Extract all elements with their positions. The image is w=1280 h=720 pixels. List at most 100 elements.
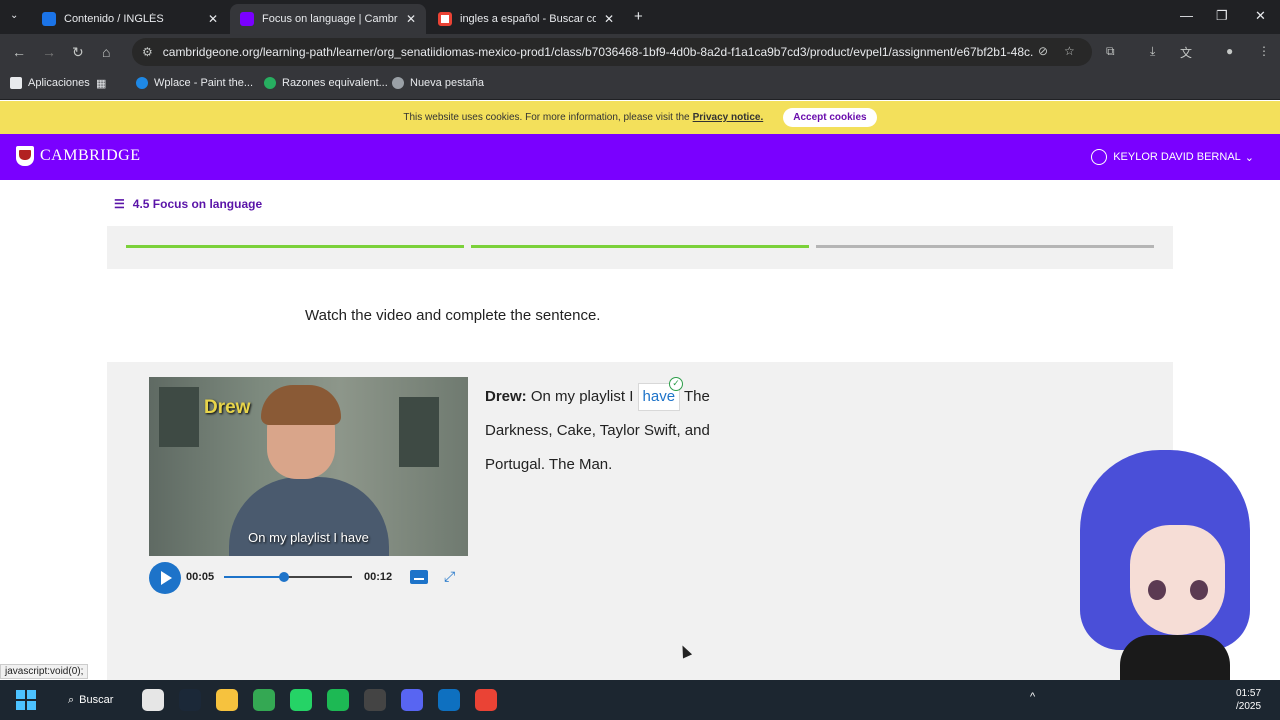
translate-icon[interactable]: 文 xyxy=(1180,44,1192,61)
instruction: Watch the video and complete the sentenc… xyxy=(305,307,601,324)
spotify-icon[interactable] xyxy=(327,689,349,711)
menu-dots-icon[interactable]: ⋮ xyxy=(1258,44,1270,58)
extensions-icon[interactable]: ⧉ xyxy=(1106,44,1115,59)
cookie-banner: This website uses cookies. For more info… xyxy=(0,101,1280,134)
progress-segment[interactable] xyxy=(471,245,809,248)
tray-chevron-icon[interactable]: ^ xyxy=(1030,691,1035,703)
logo-text: CAMBRIDGE xyxy=(40,147,141,164)
cookie-text: This website uses cookies. For more info… xyxy=(403,112,690,123)
app-icon[interactable] xyxy=(364,689,386,711)
window-close-icon[interactable]: ✕ xyxy=(1255,8,1266,24)
bookmark-label: Wplace - Paint the... xyxy=(154,77,254,89)
lesson-title: 4.5 Focus on language xyxy=(132,197,263,211)
tab-favicon-icon xyxy=(42,12,56,26)
forward-icon[interactable]: → xyxy=(42,44,56,60)
clock[interactable]: 01:57 /2025 xyxy=(1236,687,1261,713)
seek-bar[interactable] xyxy=(224,572,352,582)
reload-icon[interactable]: ↻ xyxy=(72,44,84,61)
status-bar-url: javascript:void(0); xyxy=(0,664,89,679)
address-bar[interactable]: ⚙ cambridgeone.org/learning-path/learner… xyxy=(132,38,1092,66)
restore-icon[interactable]: ❐ xyxy=(1216,8,1228,24)
fullscreen-icon[interactable]: ⤢ xyxy=(444,568,455,585)
chrome-alt-icon[interactable] xyxy=(475,689,497,711)
back-icon[interactable]: ← xyxy=(12,44,26,60)
url-text[interactable]: cambridgeone.org/learning-path/learner/o… xyxy=(163,45,1033,59)
home-icon[interactable]: ⌂ xyxy=(102,44,110,60)
tab-title: ingles a español - Buscar con Google xyxy=(460,13,596,25)
close-icon[interactable]: ✕ xyxy=(208,12,218,26)
profile-icon[interactable]: ● xyxy=(1226,44,1233,58)
tab-title: Contenido / INGLÉS xyxy=(64,13,164,25)
avatar-body xyxy=(1120,635,1230,685)
site-header: CAMBRIDGE KEYLOR DAVID BERNAL ⌄ xyxy=(0,134,1280,180)
search-icon: ⌕ xyxy=(68,693,75,706)
browser-toolbar: ← → ↻ ⌂ ⚙ cambridgeone.org/learning-path… xyxy=(0,34,1280,70)
windows-taskbar: ⌕ Buscar ^ 01:57 /2025 xyxy=(0,680,1280,720)
answer-field[interactable]: have ✓ xyxy=(637,377,684,411)
taskbar-search[interactable]: ⌕ Buscar xyxy=(60,689,121,711)
cambridge-logo[interactable]: CAMBRIDGE xyxy=(16,146,141,166)
clock-time: 01:57 xyxy=(1236,688,1262,699)
wplace-icon xyxy=(136,77,148,89)
tab-focus-on-language[interactable]: Focus on language | Cambridge ✕ xyxy=(230,4,426,34)
lesson-menu[interactable]: ☰ 4.5 Focus on language xyxy=(114,197,262,211)
user-menu[interactable]: KEYLOR DAVID BERNAL ⌄ xyxy=(1091,149,1254,165)
captions-icon[interactable] xyxy=(410,570,428,584)
accept-cookies-button[interactable]: Accept cookies xyxy=(783,108,877,127)
bookmarks-bar: Aplicaciones ▦ Wplace - Paint the... Raz… xyxy=(0,70,1280,100)
video-player[interactable]: Drew On my playlist I have xyxy=(149,377,468,556)
avatar-face xyxy=(1130,525,1225,635)
speaker-hair xyxy=(261,385,341,425)
tab-grid-icon[interactable]: ▦ xyxy=(96,77,106,90)
video-name-overlay: Drew xyxy=(204,397,251,418)
windows-start-icon[interactable] xyxy=(16,690,36,710)
new-tab-button[interactable]: + xyxy=(634,8,643,25)
chrome-icon[interactable] xyxy=(253,689,275,711)
close-icon[interactable]: ✕ xyxy=(604,12,614,26)
bookmark-razones[interactable]: Razones equivalent... xyxy=(264,77,388,89)
khan-icon xyxy=(264,77,276,89)
bookmark-label: Nueva pestaña xyxy=(410,77,484,89)
tab-list-icon[interactable]: ⌄ xyxy=(10,10,18,21)
play-button[interactable] xyxy=(149,562,181,594)
video-caption: On my playlist I have xyxy=(248,530,369,545)
close-icon[interactable]: ✕ xyxy=(406,12,416,26)
vscode-icon[interactable] xyxy=(438,689,460,711)
tab-favicon-icon xyxy=(240,12,254,26)
steam-icon[interactable] xyxy=(179,689,201,711)
apps-grid-icon xyxy=(10,77,22,89)
tab-contenido[interactable]: Contenido / INGLÉS ✕ xyxy=(32,4,228,34)
search-label: Buscar xyxy=(79,694,114,706)
progress-segment[interactable] xyxy=(816,245,1154,248)
avatar-eye xyxy=(1190,580,1208,600)
minimize-icon[interactable]: — xyxy=(1180,8,1193,23)
progress-segment[interactable] xyxy=(126,245,464,248)
speaker-label: Drew: xyxy=(485,388,527,405)
bookmark-nueva-pestana[interactable]: Nueva pestaña xyxy=(392,77,484,89)
file-explorer-icon[interactable] xyxy=(216,689,238,711)
current-time: 00:05 xyxy=(186,571,215,583)
bookmark-wplace[interactable]: Wplace - Paint the... xyxy=(136,77,253,89)
clock-date: /2025 xyxy=(1236,701,1262,712)
google-icon xyxy=(438,12,452,26)
download-icon[interactable]: ⤓ xyxy=(1150,44,1155,59)
eye-off-icon[interactable]: ⊘ xyxy=(1038,44,1048,58)
tab-google-search[interactable]: ingles a español - Buscar con Google ✕ xyxy=(428,4,624,34)
store-icon[interactable] xyxy=(142,689,164,711)
check-icon: ✓ xyxy=(669,377,684,391)
bookmark-apps[interactable]: Aplicaciones xyxy=(10,77,90,89)
whatsapp-icon[interactable] xyxy=(290,689,312,711)
bookmark-label: Aplicaciones xyxy=(28,77,90,89)
bookmark-label: Razones equivalent... xyxy=(282,77,388,89)
discord-icon[interactable] xyxy=(401,689,423,711)
privacy-notice-link[interactable]: Privacy notice. xyxy=(693,112,764,123)
sentence: Drew: On my playlist I have ✓ The Darknes… xyxy=(485,377,735,482)
site-info-icon[interactable]: ⚙ xyxy=(142,45,153,59)
sentence-part: On my playlist I xyxy=(526,388,638,405)
vtuber-avatar xyxy=(1060,440,1260,685)
seek-bar-fill xyxy=(224,576,285,578)
lesson-progress xyxy=(107,226,1173,269)
chevron-down-icon: ⌄ xyxy=(1244,151,1254,164)
user-name: KEYLOR DAVID BERNAL xyxy=(1113,151,1241,163)
bookmark-star-icon[interactable]: ☆ xyxy=(1064,44,1075,58)
